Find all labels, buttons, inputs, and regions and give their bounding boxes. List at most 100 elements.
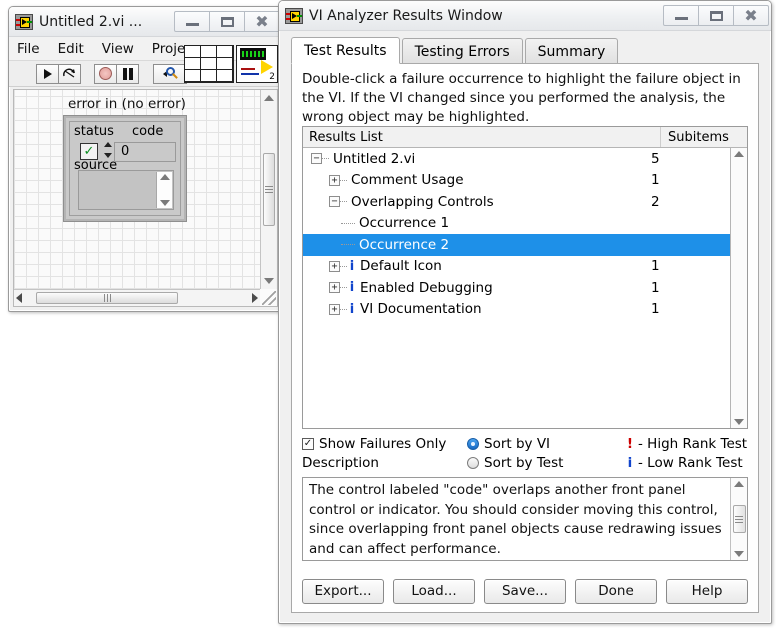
scroll-right-icon[interactable] xyxy=(252,293,258,303)
description-textbox[interactable]: The control labeled "code" overlaps anot… xyxy=(302,477,748,561)
status-label: status xyxy=(74,124,114,139)
scroll-up-button[interactable] xyxy=(261,90,277,106)
run-arrow-icon xyxy=(43,68,52,79)
menu-edit[interactable]: Edit xyxy=(58,41,84,57)
vi-window-titlebar[interactable]: Untitled 2.vi ... ✖ xyxy=(9,7,282,37)
low-rank-info-icon: i xyxy=(349,301,355,317)
vscroll-thumb[interactable] xyxy=(263,152,275,227)
scroll-up-icon[interactable] xyxy=(734,151,744,157)
rank-legend: ! - High Rank Test i - Low Rank Test xyxy=(622,434,747,472)
analyzer-tabstrip: Test Results Testing Errors Summary xyxy=(291,37,759,64)
row-label-cell[interactable]: + i VI Documentation xyxy=(303,299,644,321)
expander-plus-icon[interactable]: + xyxy=(329,303,340,315)
expander-minus-icon[interactable]: − xyxy=(329,196,340,208)
save-button[interactable]: Save... xyxy=(484,578,566,604)
tab-test-results[interactable]: Test Results xyxy=(291,37,400,64)
row-label-cell[interactable]: + Comment Usage xyxy=(303,170,644,192)
table-row[interactable]: + Comment Usage 1 xyxy=(303,170,730,192)
show-failures-only-checkbox[interactable]: ✓ Show Failures Only xyxy=(302,436,446,452)
row-label-cell[interactable]: − Overlapping Controls xyxy=(303,191,644,213)
tab-testing-errors[interactable]: Testing Errors xyxy=(401,38,523,64)
text-settings-button[interactable] xyxy=(153,63,187,84)
row-subitems: 1 xyxy=(651,301,660,318)
results-list-scrollbar[interactable] xyxy=(730,148,747,428)
vi-front-panel-window: Untitled 2.vi ... ✖ File Edit View Proje xyxy=(8,6,283,312)
expander-plus-icon[interactable]: + xyxy=(329,174,340,186)
row-label-cell[interactable]: Occurrence 2 xyxy=(303,234,644,256)
low-rank-info-icon: i xyxy=(627,454,633,471)
menu-project[interactable]: Proje xyxy=(152,41,185,57)
status-boolean-indicator[interactable]: ✓ xyxy=(80,143,98,160)
expander-plus-icon[interactable]: + xyxy=(329,282,340,294)
row-label-cell[interactable]: Occurrence 1 xyxy=(303,213,644,235)
results-list-tree[interactable]: Results List Subitems − Untitled 2.vi 5 xyxy=(302,126,748,429)
scroll-up-icon[interactable] xyxy=(159,174,170,180)
scroll-thumb[interactable] xyxy=(732,505,746,533)
maximize-button[interactable] xyxy=(209,11,245,32)
table-row[interactable]: + i Default Icon 1 xyxy=(303,256,730,278)
tree-connector xyxy=(341,244,355,246)
analyzer-titlebar[interactable]: VI Analyzer Results Window ✖ xyxy=(279,1,771,31)
tab-summary[interactable]: Summary xyxy=(524,38,619,64)
table-row[interactable]: − Overlapping Controls 2 xyxy=(303,191,730,213)
radio-selected-icon xyxy=(467,437,479,450)
minimize-button[interactable] xyxy=(663,5,699,26)
table-row[interactable]: Occurrence 1 xyxy=(303,213,730,235)
abort-execution-button[interactable] xyxy=(94,63,117,84)
front-panel-vertical-scrollbar[interactable] xyxy=(260,90,277,289)
source-field-scrollbar[interactable] xyxy=(156,172,172,208)
vscroll-trough[interactable] xyxy=(261,106,277,273)
description-scrollbar[interactable] xyxy=(730,478,747,560)
done-button[interactable]: Done xyxy=(575,578,657,604)
scroll-down-icon[interactable] xyxy=(159,200,170,206)
close-button[interactable]: ✖ xyxy=(733,5,769,26)
scroll-down-icon[interactable] xyxy=(734,551,744,557)
help-button[interactable]: Help xyxy=(666,578,748,604)
front-panel-horizontal-scrollbar[interactable] xyxy=(14,289,260,306)
maximize-button[interactable] xyxy=(698,5,734,26)
source-string-field[interactable] xyxy=(78,170,174,210)
row-subitems: 2 xyxy=(651,193,660,210)
row-label-cell[interactable]: + i Default Icon xyxy=(303,256,644,278)
expander-plus-icon[interactable]: + xyxy=(329,260,340,272)
error-cluster-inner: status code source ✓ 0 xyxy=(69,121,181,216)
menu-view[interactable]: View xyxy=(102,41,134,57)
sort-by-vi-radio[interactable]: Sort by VI xyxy=(467,434,563,453)
scroll-up-icon[interactable] xyxy=(734,481,744,487)
hscroll-trough[interactable] xyxy=(22,290,252,306)
row-label-cell[interactable]: − Untitled 2.vi xyxy=(303,148,644,170)
window-resize-grip[interactable] xyxy=(262,291,276,305)
results-list-body[interactable]: − Untitled 2.vi 5 + Comment Usage 1 − Ov… xyxy=(303,148,730,428)
minimize-button[interactable] xyxy=(174,11,210,32)
row-label: Default Icon xyxy=(360,258,442,275)
scroll-down-button[interactable] xyxy=(261,273,277,289)
grip-icon xyxy=(735,515,743,523)
column-header-results-list: Results List xyxy=(303,127,661,147)
load-button[interactable]: Load... xyxy=(393,578,475,604)
table-row[interactable]: + i Enabled Debugging 1 xyxy=(303,277,730,299)
sort-by-test-radio[interactable]: Sort by Test xyxy=(467,453,563,472)
run-continuously-button[interactable] xyxy=(58,63,81,84)
pause-button[interactable] xyxy=(116,63,139,84)
table-row[interactable]: + i VI Documentation 1 xyxy=(303,299,730,321)
run-button[interactable] xyxy=(36,63,59,84)
table-row[interactable]: − Untitled 2.vi 5 xyxy=(303,148,730,170)
vi-window-title: Untitled 2.vi ... xyxy=(39,13,143,30)
code-increment-decrement[interactable] xyxy=(103,142,112,160)
front-panel-canvas[interactable]: error in (no error) status code source ✓… xyxy=(14,90,260,289)
description-label: Description xyxy=(302,455,379,471)
hscroll-thumb[interactable] xyxy=(35,292,179,304)
vi-analyzer-results-window: VI Analyzer Results Window ✖ Test Result… xyxy=(278,0,772,624)
scroll-down-icon[interactable] xyxy=(734,419,744,425)
expander-minus-icon[interactable]: − xyxy=(311,153,322,165)
menu-file[interactable]: File xyxy=(17,41,40,57)
close-button[interactable]: ✖ xyxy=(244,11,280,32)
error-in-cluster[interactable]: status code source ✓ 0 xyxy=(64,116,186,221)
code-numeric-field[interactable]: 0 xyxy=(114,142,176,162)
tree-connector xyxy=(340,308,347,310)
table-row-selected[interactable]: Occurrence 2 xyxy=(303,234,730,256)
export-button[interactable]: Export... xyxy=(302,578,384,604)
row-label-cell[interactable]: + i Enabled Debugging xyxy=(303,277,644,299)
align-grid-icon[interactable] xyxy=(184,45,234,83)
connector-pane-icon[interactable]: 2 xyxy=(236,45,278,83)
